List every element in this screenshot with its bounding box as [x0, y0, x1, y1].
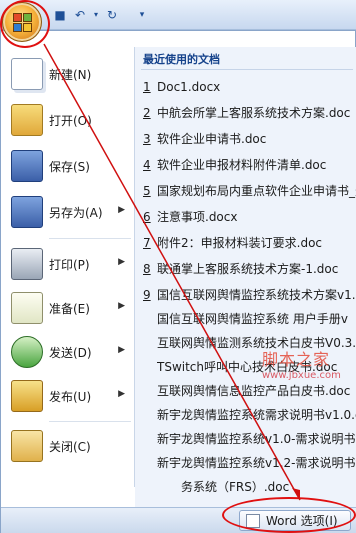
menu-item-print[interactable]: 打印(P) ▶ — [5, 243, 131, 285]
printer-icon — [11, 248, 43, 280]
submenu-arrow-icon: ▶ — [118, 345, 125, 355]
doc-name: 新宇龙舆情监控系统v1.2-需求说明书v — [157, 456, 356, 470]
doc-number: 6 — [143, 210, 151, 224]
doc-name: 附件2：申报材料装订要求.doc — [157, 236, 323, 250]
menu-item-open[interactable]: 打开(O) — [5, 99, 131, 141]
send-icon — [11, 336, 43, 368]
doc-name: 互联网舆情信息监控产品白皮书.doc — [157, 384, 351, 398]
menu-item-save[interactable]: 保存(S) — [5, 145, 131, 187]
doc-number: 7 — [143, 236, 151, 250]
doc-number: 4 — [143, 158, 151, 172]
submenu-arrow-icon: ▶ — [118, 205, 125, 215]
doc-name: 联通掌上客服系统技术方案-1.doc — [157, 262, 339, 276]
recent-doc[interactable]: 7 附件2：申报材料装订要求.doc — [143, 233, 356, 253]
annotation-circle-office-button — [0, 0, 50, 48]
watermark-url: www.jbxue.com — [262, 370, 341, 381]
recent-doc[interactable]: 国信互联网舆情监控系统 用户手册v — [157, 309, 356, 329]
customize-icon[interactable]: ▾ — [134, 7, 150, 23]
menu-item-label: 保存(S) — [49, 159, 90, 174]
doc-number: 9 — [143, 288, 151, 302]
menu-commands: 新建(N) 打开(O) 保存(S) 另存为(A) ▶ 打印(P) ▶ 准备(E)… — [1, 47, 135, 487]
recent-doc[interactable]: 互联网舆情信息监控产品白皮书.doc — [157, 381, 356, 401]
quick-access-toolbar: ■ ↶ ▾ ↻ ▾ — [0, 0, 356, 30]
menu-item-label: 发布(U) — [49, 389, 92, 404]
menu-item-label: 发送(D) — [49, 345, 92, 360]
recent-documents-pane: 最近使用的文档 1 Doc1.docx 2 中航会所掌上客服系统技术方案.doc 3… — [135, 47, 356, 507]
menu-item-save-as[interactable]: 另存为(A) ▶ — [5, 191, 131, 233]
menu-item-label: 关闭(C) — [49, 439, 91, 454]
publish-icon — [11, 380, 43, 412]
undo-dropdown-icon[interactable]: ▾ — [88, 7, 104, 23]
close-folder-icon — [11, 430, 43, 462]
menu-item-send[interactable]: 发送(D) ▶ — [5, 331, 131, 373]
office-menu: 新建(N) 打开(O) 保存(S) 另存为(A) ▶ 打印(P) ▶ 准备(E)… — [0, 30, 356, 533]
menu-item-label: 打开(O) — [49, 113, 92, 128]
doc-name: 国信互联网舆情监控系统 用户手册v — [157, 312, 348, 326]
recent-doc[interactable]: 5 国家规划布局内重点软件企业申请书_天 — [143, 181, 356, 201]
menu-item-close[interactable]: 关闭(C) — [5, 425, 131, 467]
doc-name: 注意事项.docx — [157, 210, 238, 224]
doc-name: 国家规划布局内重点软件企业申请书_天 — [157, 184, 356, 198]
doc-name: 软件企业申报材料附件清单.doc — [157, 158, 327, 172]
menu-item-label: 打印(P) — [49, 257, 90, 272]
doc-name: 中航会所掌上客服系统技术方案.doc — [157, 106, 351, 120]
recent-doc[interactable]: 6 注意事项.docx — [143, 207, 356, 227]
recent-doc[interactable]: 1 Doc1.docx — [143, 77, 356, 97]
doc-name: 新宇龙舆情监控系统v1.0-需求说明书v — [157, 432, 356, 446]
new-document-icon — [11, 58, 43, 90]
recent-doc[interactable]: 2 中航会所掌上客服系统技术方案.doc — [143, 103, 356, 123]
recent-doc[interactable]: 新宇龙舆情监控系统v1.0-需求说明书v — [157, 429, 356, 449]
redo-icon[interactable]: ↻ — [104, 7, 120, 23]
menu-item-prepare[interactable]: 准备(E) ▶ — [5, 287, 131, 329]
recent-divider — [141, 69, 353, 70]
menu-divider — [49, 238, 131, 239]
menu-item-publish[interactable]: 发布(U) ▶ — [5, 375, 131, 417]
recent-doc[interactable]: 新宇龙舆情监控系统需求说明书v1.0.d — [157, 405, 356, 425]
recent-doc[interactable]: 3 软件企业申请书.doc — [143, 129, 356, 149]
save-as-icon — [11, 196, 43, 228]
doc-number: 5 — [143, 184, 151, 198]
recent-doc[interactable]: 9 国信互联网舆情监控系统技术方案v1.1 — [143, 285, 356, 305]
watermark-text: 脚本之家 — [262, 350, 331, 369]
menu-item-label: 另存为(A) — [49, 205, 103, 220]
recent-doc[interactable]: 务系统（FRS）.doc — [157, 477, 356, 497]
menu-divider — [49, 421, 131, 422]
doc-name: 务系统（FRS）.doc — [181, 480, 290, 494]
doc-number: 2 — [143, 106, 151, 120]
submenu-arrow-icon: ▶ — [118, 301, 125, 311]
save-icon[interactable]: ■ — [52, 7, 68, 23]
recent-doc[interactable]: 8 联通掌上客服系统技术方案-1.doc — [143, 259, 356, 279]
menu-item-label: 新建(N) — [49, 67, 92, 82]
save-disk-icon — [11, 150, 43, 182]
menu-item-label: 准备(E) — [49, 301, 90, 316]
doc-name: 新宇龙舆情监控系统需求说明书v1.0.d — [157, 408, 356, 422]
recent-documents-title: 最近使用的文档 — [143, 53, 220, 66]
doc-number: 1 — [143, 80, 151, 94]
annotation-circle-word-options — [222, 497, 356, 533]
submenu-arrow-icon: ▶ — [118, 257, 125, 267]
prepare-icon — [11, 292, 43, 324]
doc-number: 8 — [143, 262, 151, 276]
recent-doc[interactable]: 新宇龙舆情监控系统v1.2-需求说明书v — [157, 453, 356, 473]
menu-item-new[interactable]: 新建(N) — [5, 53, 131, 95]
undo-icon[interactable]: ↶ — [72, 7, 88, 23]
recent-doc[interactable]: 4 软件企业申报材料附件清单.doc — [143, 155, 356, 175]
submenu-arrow-icon: ▶ — [118, 389, 125, 399]
doc-number: 3 — [143, 132, 151, 146]
doc-name: 国信互联网舆情监控系统技术方案v1.1 — [157, 288, 356, 302]
open-folder-icon — [11, 104, 43, 136]
doc-name: Doc1.docx — [157, 80, 221, 94]
doc-name: 软件企业申请书.doc — [157, 132, 267, 146]
